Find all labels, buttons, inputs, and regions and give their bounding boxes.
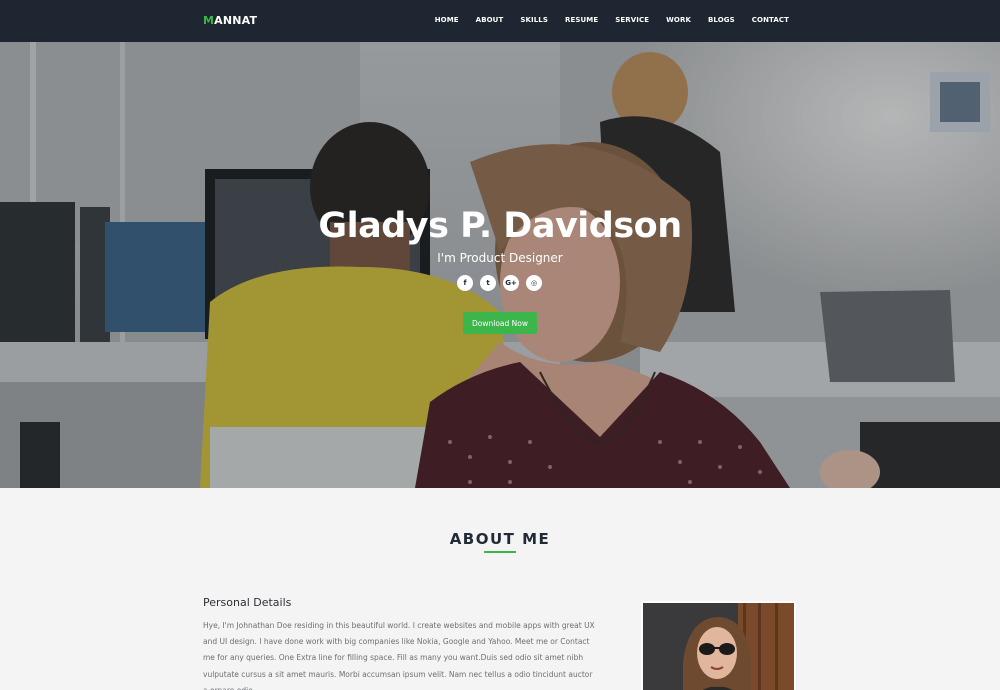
hero-name: Gladys P. Davidson bbox=[318, 206, 682, 246]
twitter-icon: t bbox=[486, 278, 490, 287]
brand-logo-text: ANNAT bbox=[214, 14, 258, 27]
nav-home[interactable]: HOME bbox=[435, 16, 459, 24]
personal-details-title: Personal Details bbox=[203, 596, 292, 609]
hero-section: Gladys P. Davidson I'm Product Designer … bbox=[0, 42, 1000, 488]
social-links: f t G+ ◎ bbox=[457, 275, 542, 291]
nav-work[interactable]: WORK bbox=[666, 16, 691, 24]
about-title: ABOUT ME bbox=[449, 530, 551, 548]
google-plus-icon: G+ bbox=[505, 278, 517, 287]
personal-details-text: Hye, I'm Johnathan Doe residing in this … bbox=[203, 621, 595, 690]
about-title-underline bbox=[484, 551, 516, 553]
main-nav: HOME ABOUT SKILLS RESUME SERVICE WORK BL… bbox=[418, 16, 789, 24]
hero-content: Gladys P. Davidson I'm Product Designer … bbox=[0, 42, 1000, 488]
profile-photo-frame bbox=[641, 601, 796, 690]
dribbble-icon: ◎ bbox=[530, 278, 538, 287]
brand-logo-accent: M bbox=[203, 14, 215, 27]
facebook-link[interactable]: f bbox=[457, 275, 473, 291]
top-navbar: MANNAT HOME ABOUT SKILLS RESUME SERVICE … bbox=[0, 0, 1000, 42]
nav-resume[interactable]: RESUME bbox=[565, 16, 598, 24]
hero-role: I'm Product Designer bbox=[437, 251, 563, 265]
google-plus-link[interactable]: G+ bbox=[503, 275, 519, 291]
twitter-link[interactable]: t bbox=[480, 275, 496, 291]
nav-about[interactable]: ABOUT bbox=[476, 16, 504, 24]
nav-blogs[interactable]: BLOGS bbox=[708, 16, 735, 24]
brand-logo[interactable]: MANNAT bbox=[203, 14, 257, 27]
profile-photo bbox=[643, 603, 794, 690]
dribbble-link[interactable]: ◎ bbox=[526, 275, 542, 291]
download-button[interactable]: Download Now bbox=[463, 312, 537, 334]
nav-skills[interactable]: SKILLS bbox=[520, 16, 548, 24]
nav-contact[interactable]: CONTACT bbox=[752, 16, 789, 24]
nav-service[interactable]: SERVICE bbox=[615, 16, 649, 24]
facebook-icon: f bbox=[463, 278, 467, 287]
